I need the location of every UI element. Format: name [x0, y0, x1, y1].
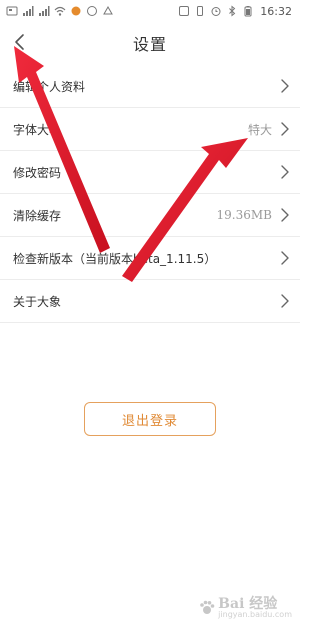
battery-icon [244, 6, 252, 17]
chevron-right-icon [281, 79, 289, 93]
settings-row-about[interactable]: 关于大象 [0, 280, 300, 323]
paw-logo-icon [200, 600, 215, 614]
settings-row-label: 编辑个人资料 [13, 79, 86, 94]
settings-list: 编辑个人资料 字体大小 特大 修改密码 清除缓存 19.36MB 检查新版本（当… [0, 65, 300, 323]
signal-icon [23, 6, 34, 16]
settings-row-label: 修改密码 [13, 165, 62, 180]
chevron-right-icon [281, 251, 289, 265]
alarm-icon [211, 7, 221, 16]
nfc-icon [179, 6, 190, 16]
watermark-text: Bai 经验 [218, 596, 278, 612]
chevron-right-icon [281, 208, 289, 222]
bluetooth-icon [229, 5, 236, 17]
settings-row-label: 关于大象 [13, 294, 62, 309]
status-left-icons [6, 3, 114, 19]
settings-row-clear-cache[interactable]: 清除缓存 19.36MB [0, 194, 300, 237]
message-icon [87, 6, 97, 16]
chevron-right-icon [281, 294, 289, 308]
settings-screen: 16:32 设置 编辑个人资料 字体大小 特大 修改密码 清除缓存 19.36M… [0, 0, 300, 625]
status-bar: 16:32 [0, 0, 300, 22]
settings-row-edit-profile[interactable]: 编辑个人资料 [0, 65, 300, 108]
logout-button[interactable]: 退出登录 [84, 402, 216, 436]
settings-row-check-update[interactable]: 检查新版本（当前版本beta_1.11.5） [0, 237, 300, 280]
settings-row-label: 字体大小 [13, 122, 62, 137]
watermark-sub: jingyan.baidu.com [218, 610, 292, 619]
status-time: 16:32 [260, 4, 292, 18]
logout-label: 退出登录 [121, 413, 178, 429]
settings-row-value: 19.36MB [216, 208, 272, 222]
app-icon [103, 5, 113, 15]
chevron-right-icon [281, 122, 289, 136]
vibrate-icon [197, 6, 204, 16]
signal-icon-2 [39, 6, 50, 16]
settings-row-change-password[interactable]: 修改密码 [0, 151, 300, 194]
settings-row-label: 检查新版本（当前版本beta_1.11.5） [13, 251, 217, 266]
wifi-icon [54, 6, 66, 16]
chevron-right-icon [281, 165, 289, 179]
status-right-icons: 16:32 [178, 3, 292, 19]
app-header: 设置 [0, 22, 300, 62]
sim-card-icon [6, 6, 18, 16]
settings-row-font-size[interactable]: 字体大小 特大 [0, 108, 300, 151]
settings-row-value: 特大 [247, 122, 272, 137]
notification-icon [71, 6, 81, 16]
page-title: 设置 [132, 35, 167, 54]
settings-row-label: 清除缓存 [13, 208, 62, 223]
watermark: Bai 经验 jingyan.baidu.com [199, 597, 292, 619]
